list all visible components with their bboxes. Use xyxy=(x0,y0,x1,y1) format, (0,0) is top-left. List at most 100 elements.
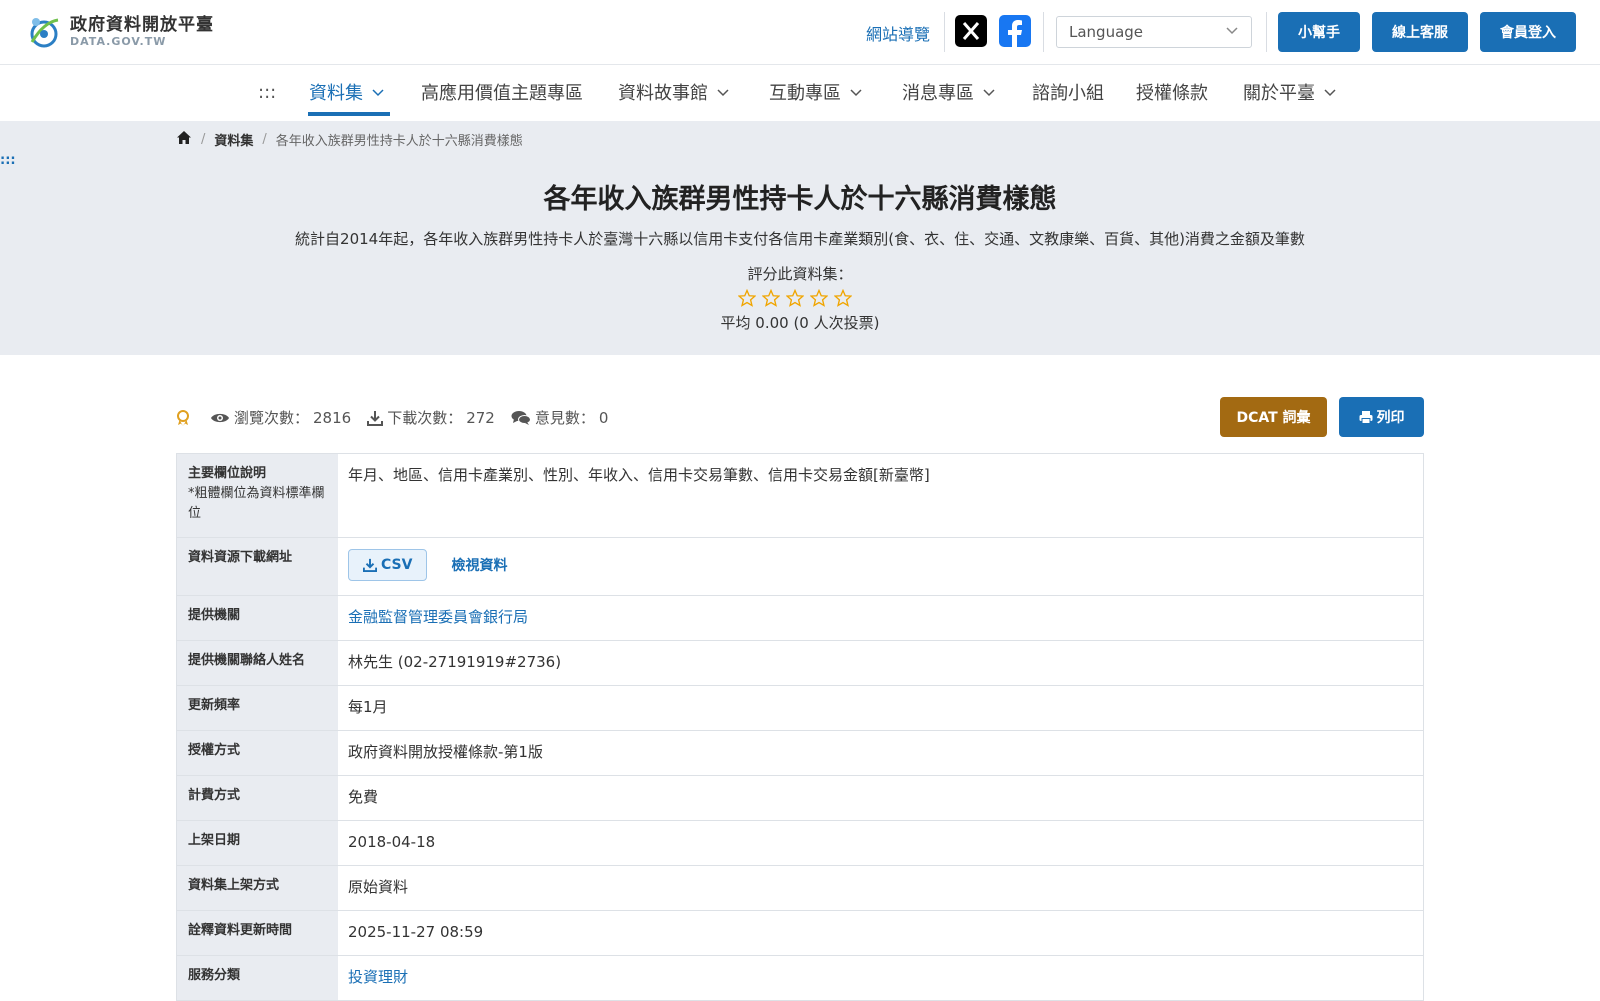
comments-icon xyxy=(511,410,531,425)
nav-item-label: 關於平臺 xyxy=(1243,83,1315,104)
provider-link[interactable]: 金融監督管理委員會銀行局 xyxy=(348,608,528,626)
print-button[interactable]: 列印 xyxy=(1339,397,1424,437)
method-value: 原始資料 xyxy=(348,878,409,896)
content-accesskey[interactable]: ::: xyxy=(0,153,16,168)
nav-item-interactive[interactable]: 互動專區 xyxy=(769,79,863,105)
language-select[interactable]: Language xyxy=(1056,16,1252,48)
nav-item-label: 資料故事館 xyxy=(618,83,708,104)
table-row: 上架日期 2018-04-18 xyxy=(177,821,1423,866)
breadcrumb-current: 各年收入族群男性持卡人於十六縣消費樣態 xyxy=(275,134,523,149)
table-row: 提供機關 金融監督管理委員會銀行局 xyxy=(177,596,1423,641)
home-icon[interactable] xyxy=(176,130,192,149)
csv-label: CSV xyxy=(381,556,413,573)
download-icon xyxy=(367,410,384,426)
published-value: 2018-04-18 xyxy=(348,833,436,851)
breadcrumb: / 資料集 / 各年收入族群男性持卡人於十六縣消費樣態 xyxy=(176,130,523,149)
table-row: 更新頻率 每1月 xyxy=(177,686,1423,731)
contact-label: 提供機關聯絡人姓名 xyxy=(177,641,338,685)
helper-button[interactable]: 小幫手 xyxy=(1278,12,1360,52)
star-icon[interactable] xyxy=(785,288,805,311)
star-icon[interactable] xyxy=(809,288,829,311)
divider xyxy=(1043,12,1044,52)
table-row: 提供機關聯絡人姓名 林先生 (02-27191919#2736) xyxy=(177,641,1423,686)
meta-updated-value: 2025-11-27 08:59 xyxy=(348,923,484,941)
frequency-label: 更新頻率 xyxy=(177,686,338,730)
top-header: 政府資料開放平臺 DATA.GOV.TW 網站導覽 Language 小幫手 線… xyxy=(0,0,1600,64)
comments-stat: 意見數： 0 xyxy=(511,407,609,428)
nav-item-label: 消息專區 xyxy=(902,83,974,104)
method-label: 資料集上架方式 xyxy=(177,866,338,910)
dataset-description: 統計自2014年起，各年收入族群男性持卡人於臺灣十六縣以信用卡支付各信用卡產業類… xyxy=(295,230,1305,248)
chevron-down-icon xyxy=(1324,89,1336,97)
breadcrumb-separator: / xyxy=(201,132,206,147)
csv-download-button[interactable]: CSV xyxy=(348,549,428,581)
nav-item-license[interactable]: 授權條款 xyxy=(1136,79,1208,105)
rate-label: 評分此資料集： xyxy=(747,265,853,283)
medal-icon xyxy=(177,409,189,426)
download-icon xyxy=(363,558,377,572)
rating-average: 平均 0.00 (0 人次投票) xyxy=(720,314,880,332)
meta-updated-label: 詮釋資料更新時間 xyxy=(177,911,338,955)
nav-accesskey[interactable]: ::: xyxy=(258,79,276,105)
comments-label: 意見數： xyxy=(534,409,595,427)
views-label: 瀏覽次數： xyxy=(234,409,310,427)
table-row: 主要欄位說明 *粗體欄位為資料標準欄位 年月、地區、信用卡產業別、性別、年收入、… xyxy=(177,454,1423,538)
fields-note: *粗體欄位為資料標準欄位 xyxy=(188,486,325,521)
view-data-link[interactable]: 檢視資料 xyxy=(451,556,507,577)
language-select-value: Language xyxy=(1069,23,1144,41)
comments-count: 0 xyxy=(598,408,609,427)
chevron-down-icon xyxy=(717,89,729,97)
logo-title: 政府資料開放平臺 xyxy=(70,15,214,35)
table-row: 資料資源下載網址 CSV 檢視資料 xyxy=(177,538,1423,596)
nav-item-news[interactable]: 消息專區 xyxy=(902,79,996,105)
downloads-label: 下載次數： xyxy=(387,409,463,427)
nav-item-label: 資料集 xyxy=(309,83,363,104)
sitemap-link[interactable]: 網站導覽 xyxy=(866,21,930,45)
fields-label: 主要欄位說明 xyxy=(188,466,267,481)
download-resources: CSV 檢視資料 xyxy=(338,538,1423,595)
facebook-icon[interactable] xyxy=(999,15,1031,47)
chevron-down-icon xyxy=(983,89,995,97)
nav-item-label: 高應用價值主題專區 xyxy=(421,83,583,104)
views-count: 2816 xyxy=(313,408,352,427)
logo-subtitle: DATA.GOV.TW xyxy=(70,35,167,48)
dataset-stats: 瀏覽次數： 2816 下載次數： 272 意見數： 0 xyxy=(176,407,624,428)
breadcrumb-separator: / xyxy=(262,132,267,147)
logo-icon xyxy=(24,12,64,52)
table-row: 服務分類 投資理財 xyxy=(177,956,1423,1001)
views-stat: 瀏覽次數： 2816 xyxy=(210,407,351,428)
provider-label: 提供機關 xyxy=(177,596,338,640)
license-label: 授權方式 xyxy=(177,731,338,775)
star-icon[interactable] xyxy=(833,288,853,311)
nav-item-data-stories[interactable]: 資料故事館 xyxy=(618,79,730,105)
fields-value: 年月、地區、信用卡產業別、性別、年收入、信用卡交易筆數、信用卡交易金額[新臺幣] xyxy=(348,466,930,484)
download-url-label: 資料資源下載網址 xyxy=(177,538,338,595)
eye-icon xyxy=(211,413,229,422)
fee-value: 免費 xyxy=(348,788,379,806)
category-link[interactable]: 投資理財 xyxy=(348,968,408,986)
fee-label: 計費方式 xyxy=(177,776,338,820)
nav-item-high-value[interactable]: 高應用價值主題專區 xyxy=(421,79,583,105)
dcat-vocabulary-button[interactable]: DCAT 詞彙 xyxy=(1220,397,1327,437)
nav-item-label: 諮詢小組 xyxy=(1032,83,1104,104)
printer-icon xyxy=(1359,411,1372,424)
breadcrumb-datasets[interactable]: 資料集 xyxy=(214,130,253,149)
star-icon[interactable] xyxy=(761,288,781,311)
site-logo[interactable]: 政府資料開放平臺 DATA.GOV.TW xyxy=(24,12,214,52)
nav-item-datasets[interactable]: 資料集 xyxy=(309,79,385,105)
table-row: 資料集上架方式 原始資料 xyxy=(177,866,1423,911)
chevron-down-icon xyxy=(372,89,384,97)
chevron-down-icon xyxy=(850,89,862,97)
category-label: 服務分類 xyxy=(177,956,338,1000)
downloads-stat: 下載次數： 272 xyxy=(367,407,495,428)
row-label: 主要欄位說明 *粗體欄位為資料標準欄位 xyxy=(177,454,338,537)
member-login-button[interactable]: 會員登入 xyxy=(1480,12,1576,52)
star-icon[interactable] xyxy=(737,288,757,311)
nav-item-advisory[interactable]: 諮詢小組 xyxy=(1032,79,1104,105)
nav-item-about[interactable]: 關於平臺 xyxy=(1243,79,1337,105)
x-twitter-icon[interactable] xyxy=(955,15,987,47)
divider xyxy=(944,12,945,52)
chevron-down-icon xyxy=(1225,23,1239,41)
contact-value: 林先生 (02-27191919#2736) xyxy=(348,653,562,671)
online-support-button[interactable]: 線上客服 xyxy=(1372,12,1468,52)
